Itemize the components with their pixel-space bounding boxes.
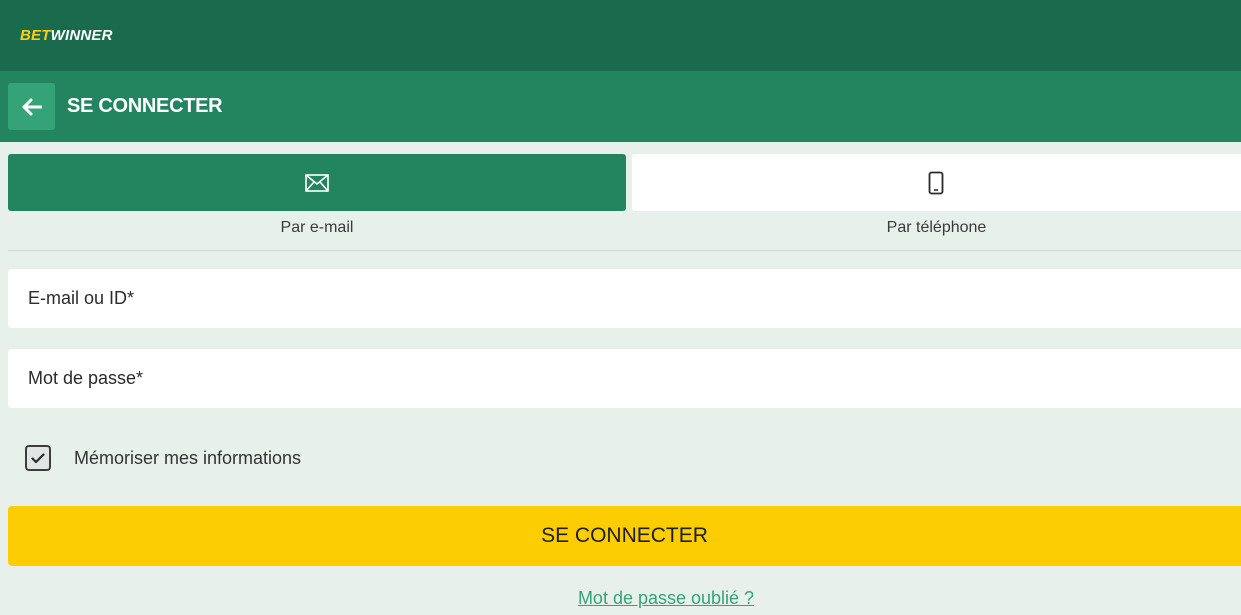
envelope-icon — [305, 173, 329, 192]
tab-email[interactable]: Par e-mail — [8, 154, 626, 237]
remember-label: Mémoriser mes informations — [74, 447, 302, 468]
tab-phone-button[interactable] — [631, 154, 1241, 211]
login-button[interactable]: SE CONNECTER — [8, 506, 1241, 566]
tabs-divider — [8, 250, 1241, 251]
back-button[interactable] — [8, 83, 55, 130]
email-field[interactable] — [8, 269, 1241, 328]
arrow-left-icon — [22, 98, 42, 115]
page-title: SE CONNECTER — [67, 95, 223, 117]
tab-email-label: Par e-mail — [280, 219, 354, 236]
tab-phone[interactable]: Par téléphone — [631, 154, 1241, 237]
top-bar: BETWINNER — [0, 0, 1241, 71]
logo-bet: BET — [20, 27, 51, 44]
smartphone-icon — [929, 171, 944, 194]
page-header: SE CONNECTER — [0, 71, 1241, 142]
tab-phone-label: Par téléphone — [886, 219, 987, 236]
forgot-password-row: Mot de passe oublié ? — [0, 588, 1241, 609]
remember-checkbox[interactable] — [25, 445, 51, 471]
logo-winner: WINNER — [50, 27, 113, 44]
betwinner-logo[interactable]: BETWINNER — [20, 27, 113, 44]
remember-me: Mémoriser mes informations — [25, 445, 1241, 471]
forgot-password-link[interactable]: Mot de passe oublié ? — [578, 588, 754, 609]
checkmark-icon — [31, 452, 45, 463]
password-field[interactable] — [8, 349, 1241, 408]
tab-email-button[interactable] — [8, 154, 626, 211]
email-input[interactable] — [26, 287, 1241, 310]
password-input[interactable] — [26, 367, 1241, 390]
login-method-tabs: Par e-mail Par téléphone — [0, 142, 1241, 237]
